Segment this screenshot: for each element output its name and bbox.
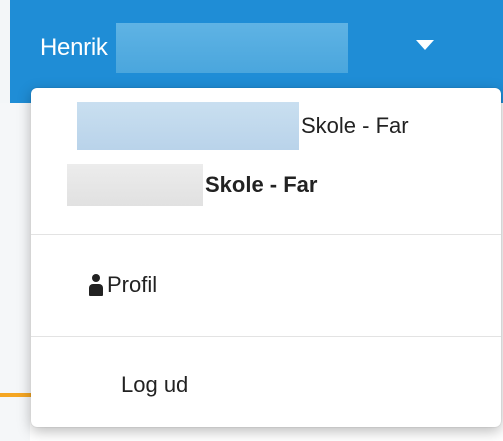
user-name: Henrik	[40, 34, 108, 61]
logout-menu-item[interactable]: Log ud	[121, 365, 188, 405]
school-role-label: Skole - Far	[205, 172, 318, 197]
logout-label: Log ud	[121, 372, 189, 397]
menu-divider	[31, 336, 501, 337]
redacted-school-name	[77, 102, 299, 150]
profile-menu-item[interactable]: Profil	[89, 265, 157, 305]
school-menu-item-active[interactable]: Skole - Far	[67, 164, 317, 206]
person-icon	[89, 274, 103, 296]
school-role-label: Skole - Far	[301, 113, 409, 138]
page-left-strip	[0, 103, 30, 441]
menu-divider	[31, 234, 501, 235]
school-menu-item[interactable]: Skole - Far	[77, 102, 409, 150]
user-menu-toggle[interactable]: Henrik	[40, 22, 348, 74]
profile-label: Profil	[107, 272, 158, 297]
redacted-user-surname	[115, 23, 348, 73]
user-dropdown-menu: Skole - Far Skole - Far Profil Log ud	[31, 88, 501, 427]
accent-underline	[0, 393, 32, 397]
redacted-school-name	[67, 164, 203, 206]
caret-down-icon[interactable]	[416, 40, 434, 50]
